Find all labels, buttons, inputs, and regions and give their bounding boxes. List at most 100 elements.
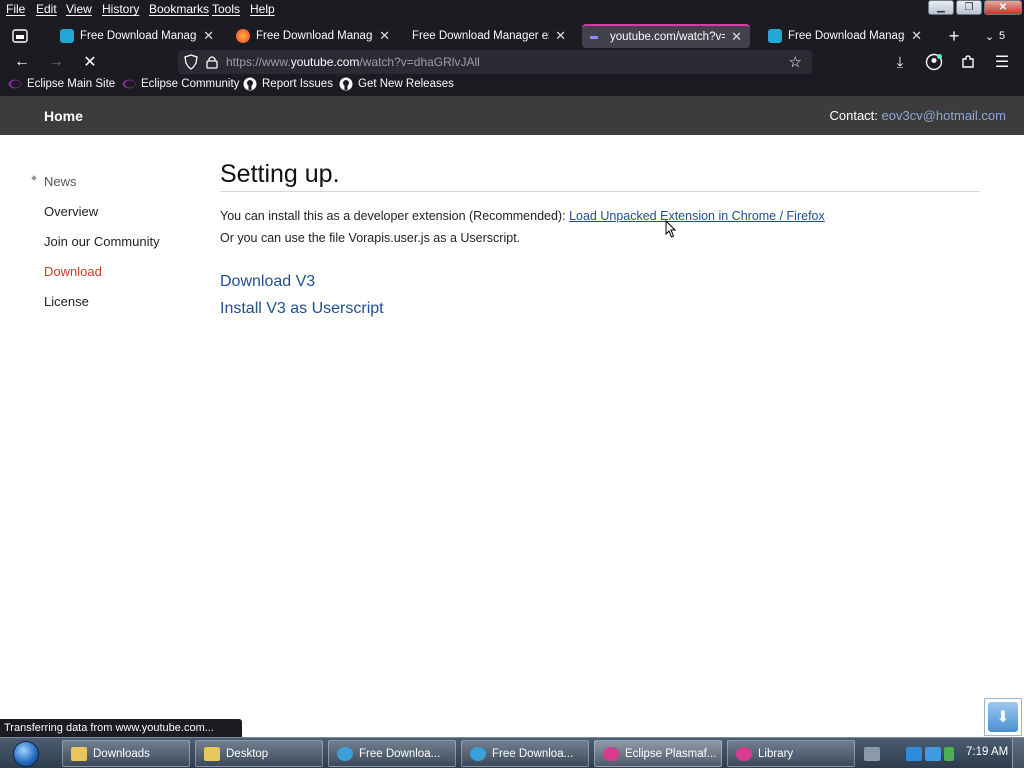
bookmark-label: Eclipse Community [141,78,240,90]
tab-2[interactable]: Free Download Manager ✕ [228,24,398,48]
menu-help[interactable]: Help [250,2,275,16]
bookmark-label: Report Issues [262,78,333,90]
taskbar-item-fdm-1[interactable]: Free Downloa... [328,740,456,767]
bookmark-star-icon[interactable]: ☆ [789,53,802,71]
update-icon[interactable] [944,746,954,761]
github-icon [243,77,257,91]
tab-4-active[interactable]: youtube.com/watch?v=dl ✕ [582,24,750,48]
windows-orb-icon [13,741,39,767]
extensions-button[interactable] [956,50,980,74]
clock[interactable]: 7:19 AM [966,746,1008,758]
menu-bookmarks[interactable]: Bookmarks [149,2,209,16]
taskbar-label: Downloads [93,747,150,760]
minimize-icon: ▁ [937,2,945,13]
bullet-icon [31,175,37,181]
close-icon: ✕ [998,2,1008,13]
taskbar-item-desktop[interactable]: Desktop [195,740,323,767]
plus-icon: + [948,25,960,46]
firefox-view-button[interactable] [6,24,34,48]
contact-info: Contact: eov3cv@hotmail.com [829,108,1006,123]
keyboard-icon[interactable] [864,746,880,761]
nav-news[interactable]: News [44,174,77,189]
github-icon [339,77,353,91]
mouse-cursor-icon [665,220,677,238]
taskbar-item-eclipse-plasmafox[interactable]: Eclipse Plasmaf... [594,740,722,767]
tab-title: Free Download Manager [256,30,374,42]
fdm-floating-download-button[interactable]: ⬇ [984,698,1022,736]
menu-tools[interactable]: Tools [212,2,240,16]
network-icon[interactable] [906,746,922,761]
close-tab-icon[interactable]: ✕ [379,28,390,44]
close-tab-icon[interactable]: ✕ [731,29,742,45]
close-tab-icon[interactable]: ✕ [203,28,214,44]
menu-view[interactable]: View [66,2,92,16]
nav-download[interactable]: Download [44,264,102,279]
userscript-instructions: Or you can use the file Vorapis.user.js … [220,231,521,245]
restore-button[interactable]: ❐ [956,0,982,15]
load-unpacked-link[interactable]: Load Unpacked Extension in Chrome / Fire… [569,209,825,223]
nav-overview[interactable]: Overview [44,204,98,219]
taskbar-item-fdm-2[interactable]: Free Downloa... [461,740,589,767]
download-v3-link[interactable]: Download V3 [220,273,315,291]
downloads-button[interactable]: ⤓ [888,50,912,74]
arrow-left-icon: ← [14,53,30,70]
bookmark-report-issues[interactable]: Report Issues [243,77,333,91]
page-title: Setting up. [220,160,980,192]
show-desktop-button[interactable] [1012,738,1024,768]
taskbar-item-downloads[interactable]: Downloads [62,740,190,767]
account-icon [925,53,943,71]
close-window-button[interactable]: ✕ [984,0,1022,15]
close-tab-icon[interactable]: ✕ [555,28,566,44]
eclipse-icon [603,746,619,761]
taskbar-item-library[interactable]: Library [727,740,855,767]
tab-count: 5 [999,30,1006,42]
taskbar-label: Desktop [226,747,269,760]
start-button[interactable] [6,739,46,768]
lock-icon [206,56,218,69]
home-link[interactable]: Home [44,108,83,124]
minimize-button[interactable]: ▁ [928,0,954,15]
menu-edit[interactable]: Edit [36,2,57,16]
install-instructions: You can install this as a developer exte… [220,209,825,223]
tab-title: Free Download Manager exte [412,30,550,42]
app-menu-button[interactable]: ☰ [990,50,1014,74]
tab-5[interactable]: Free Download Manager ✕ [760,24,930,48]
stop-x-icon: ✕ [83,54,97,71]
tab-1[interactable]: Free Download Manager ✕ [52,24,222,48]
fdm-tray-icon[interactable] [925,746,941,761]
menu-file[interactable]: File [6,2,25,16]
restore-icon: ❐ [964,2,974,13]
stop-button[interactable]: ✕ [78,50,102,74]
hamburger-icon: ☰ [994,54,1010,71]
url-domain: youtube.com [290,55,360,69]
nav-license[interactable]: License [44,294,89,309]
url-path: /watch?v=dhaGRlvJAll [359,55,480,69]
url-text[interactable]: https://www.youtube.com/watch?v=dhaGRlvJ… [226,55,480,69]
download-arrow-icon: ⬇ [988,702,1018,732]
browser-chrome: File Edit View History Bookmarks Tools H… [0,0,1024,96]
forward-button[interactable]: → [44,50,68,74]
window-controls: ▁ ❐ ✕ [928,0,1022,16]
bookmark-get-new-releases[interactable]: Get New Releases [339,77,454,91]
contact-email-link[interactable]: eov3cv@hotmail.com [882,108,1006,123]
eclipse-icon [8,78,22,90]
firefox-view-icon [12,29,28,43]
nav-join-community[interactable]: Join our Community [44,234,160,249]
new-tab-button[interactable]: + [940,24,968,48]
close-tab-icon[interactable]: ✕ [911,28,922,44]
bookmark-eclipse-community[interactable]: Eclipse Community [122,78,239,90]
eclipse-icon [736,746,752,761]
taskbar-label: Free Downloa... [359,747,441,760]
bookmark-eclipse-main[interactable]: Eclipse Main Site [8,78,115,90]
list-all-tabs-button[interactable]: ⌄ 5 [976,24,1014,48]
download-icon: ⤓ [896,53,904,71]
install-userscript-link[interactable]: Install V3 as Userscript [220,300,384,318]
arrow-right-icon: → [48,53,64,70]
tab-3[interactable]: Free Download Manager exte ✕ [404,24,574,48]
back-button[interactable]: ← [10,50,34,74]
puzzle-icon [962,55,974,68]
menu-history[interactable]: History [102,2,139,16]
account-button[interactable] [922,50,946,74]
bookmarks-toolbar: Eclipse Main Site Eclipse Community Repo… [0,76,1024,96]
url-bar[interactable]: https://www.youtube.com/watch?v=dhaGRlvJ… [178,50,812,74]
